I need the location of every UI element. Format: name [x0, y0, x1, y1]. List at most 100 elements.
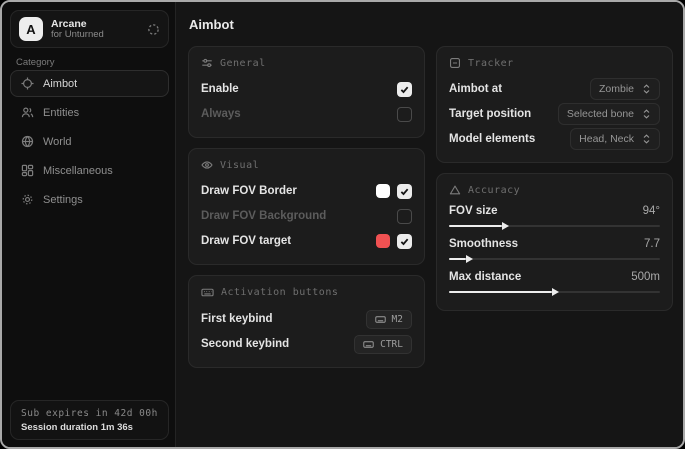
square-minus-icon: [449, 57, 461, 69]
max-distance-slider[interactable]: [449, 286, 660, 298]
sidebar: A Arcane for Unturned Category Aimbot: [2, 2, 176, 447]
fov-size-slider[interactable]: [449, 220, 660, 232]
grid-icon: [21, 164, 34, 177]
check-icon: [400, 187, 409, 196]
setting-row-smoothness: Smoothness 7.7: [449, 238, 660, 265]
sidebar-item-miscellaneous[interactable]: Miscellaneous: [10, 157, 169, 184]
row-label: First keybind: [201, 313, 273, 325]
setting-row-fov-target: Draw FOV target: [201, 230, 412, 252]
fov-background-checkbox[interactable]: [397, 209, 412, 224]
fov-target-color-swatch[interactable]: [376, 234, 390, 248]
row-label: Always: [201, 108, 241, 120]
check-icon: [400, 85, 409, 94]
first-keybind-button[interactable]: M2: [366, 310, 412, 329]
sidebar-item-settings[interactable]: Settings: [10, 186, 169, 213]
sidebar-item-label: Entities: [43, 107, 79, 119]
sidebar-nav: Aimbot Entities World Miscellaneous: [10, 70, 169, 213]
row-label: Draw FOV Background: [201, 210, 326, 222]
enable-checkbox[interactable]: [397, 82, 412, 97]
select-value: Selected bone: [567, 108, 634, 120]
slider-fill: [449, 258, 466, 260]
sidebar-item-world[interactable]: World: [10, 128, 169, 155]
row-label: Max distance: [449, 271, 521, 283]
app-subtitle: for Unturned: [51, 30, 139, 41]
second-keybind-button[interactable]: CTRL: [354, 335, 412, 354]
keybind-value: M2: [392, 314, 403, 325]
tracker-card: Tracker Aimbot at Zombie Target position…: [436, 46, 673, 163]
column-left: General Enable Always: [188, 46, 425, 368]
row-label: Smoothness: [449, 238, 518, 250]
activation-header: Activation buttons: [201, 286, 412, 299]
unfold-icon: [642, 84, 651, 94]
slider-track: [449, 258, 660, 260]
accuracy-header: Accuracy: [449, 184, 660, 196]
smoothness-slider[interactable]: [449, 253, 660, 265]
tracker-title: Tracker: [468, 58, 514, 69]
max-distance-value: 500m: [631, 271, 660, 283]
visual-card: Visual Draw FOV Border Draw FOV Backgrou…: [188, 148, 425, 265]
crosshair-icon: [21, 77, 34, 90]
row-label: Draw FOV Border: [201, 185, 297, 197]
keybind-value: CTRL: [380, 339, 403, 350]
sidebar-item-aimbot[interactable]: Aimbot: [10, 70, 169, 97]
slider-fill: [449, 291, 552, 293]
smoothness-value: 7.7: [644, 238, 660, 250]
row-label: Enable: [201, 83, 239, 95]
select-value: Head, Neck: [579, 133, 634, 145]
tracker-header: Tracker: [449, 57, 660, 69]
sidebar-item-label: Settings: [43, 194, 83, 206]
sub-expiry-text: Sub expires in 42d 00h: [21, 408, 158, 419]
sidebar-item-label: Miscellaneous: [43, 165, 113, 177]
globe-icon: [21, 135, 34, 148]
fov-border-checkbox[interactable]: [397, 184, 412, 199]
sidebar-item-label: Aimbot: [43, 78, 77, 90]
keyboard-icon: [375, 314, 386, 325]
setting-row-second-keybind: Second keybind CTRL: [201, 333, 412, 355]
setting-row-max-distance: Max distance 500m: [449, 271, 660, 298]
column-right: Tracker Aimbot at Zombie Target position…: [436, 46, 673, 311]
app-title-block: Arcane for Unturned: [51, 18, 139, 41]
setting-row-enable: Enable: [201, 78, 412, 100]
unfold-icon: [642, 109, 651, 119]
fov-target-checkbox[interactable]: [397, 234, 412, 249]
app-name: Arcane: [51, 18, 139, 30]
slider-thumb[interactable]: [552, 288, 559, 296]
row-label: FOV size: [449, 205, 498, 217]
gear-icon: [21, 193, 34, 206]
select-value: Zombie: [599, 83, 634, 95]
category-label: Category: [16, 57, 55, 68]
sidebar-item-entities[interactable]: Entities: [10, 99, 169, 126]
accuracy-card: Accuracy FOV size 94°: [436, 173, 673, 311]
setting-row-fov-border: Draw FOV Border: [201, 180, 412, 202]
target-position-select[interactable]: Selected bone: [558, 103, 660, 125]
setting-row-model-elements: Model elements Head, Neck: [449, 128, 660, 150]
row-label: Aimbot at: [449, 83, 502, 95]
model-elements-select[interactable]: Head, Neck: [570, 128, 660, 150]
row-label: Target position: [449, 108, 531, 120]
setting-row-target-position: Target position Selected bone: [449, 103, 660, 125]
unfold-icon: [642, 134, 651, 144]
subscription-card: Sub expires in 42d 00h Session duration …: [10, 400, 169, 440]
setting-row-always: Always: [201, 103, 412, 125]
visual-title: Visual: [220, 160, 259, 171]
sliders-icon: [201, 57, 213, 69]
accuracy-title: Accuracy: [468, 185, 520, 196]
activation-title: Activation buttons: [221, 287, 338, 298]
slider-thumb[interactable]: [466, 255, 473, 263]
aimbot-at-select[interactable]: Zombie: [590, 78, 660, 100]
always-checkbox[interactable]: [397, 107, 412, 122]
row-label: Second keybind: [201, 338, 289, 350]
sync-icon[interactable]: [147, 23, 160, 36]
general-header: General: [201, 57, 412, 69]
slider-thumb[interactable]: [502, 222, 509, 230]
main-content: Aimbot General Enable Always: [176, 2, 683, 447]
sidebar-item-label: World: [43, 136, 72, 148]
check-icon: [400, 237, 409, 246]
fov-border-color-swatch[interactable]: [376, 184, 390, 198]
general-title: General: [220, 58, 266, 69]
keyboard-icon: [201, 286, 214, 299]
session-duration-text: Session duration 1m 36s: [21, 422, 158, 433]
visual-header: Visual: [201, 159, 412, 171]
setting-row-aimbot-at: Aimbot at Zombie: [449, 78, 660, 100]
users-icon: [21, 106, 34, 119]
